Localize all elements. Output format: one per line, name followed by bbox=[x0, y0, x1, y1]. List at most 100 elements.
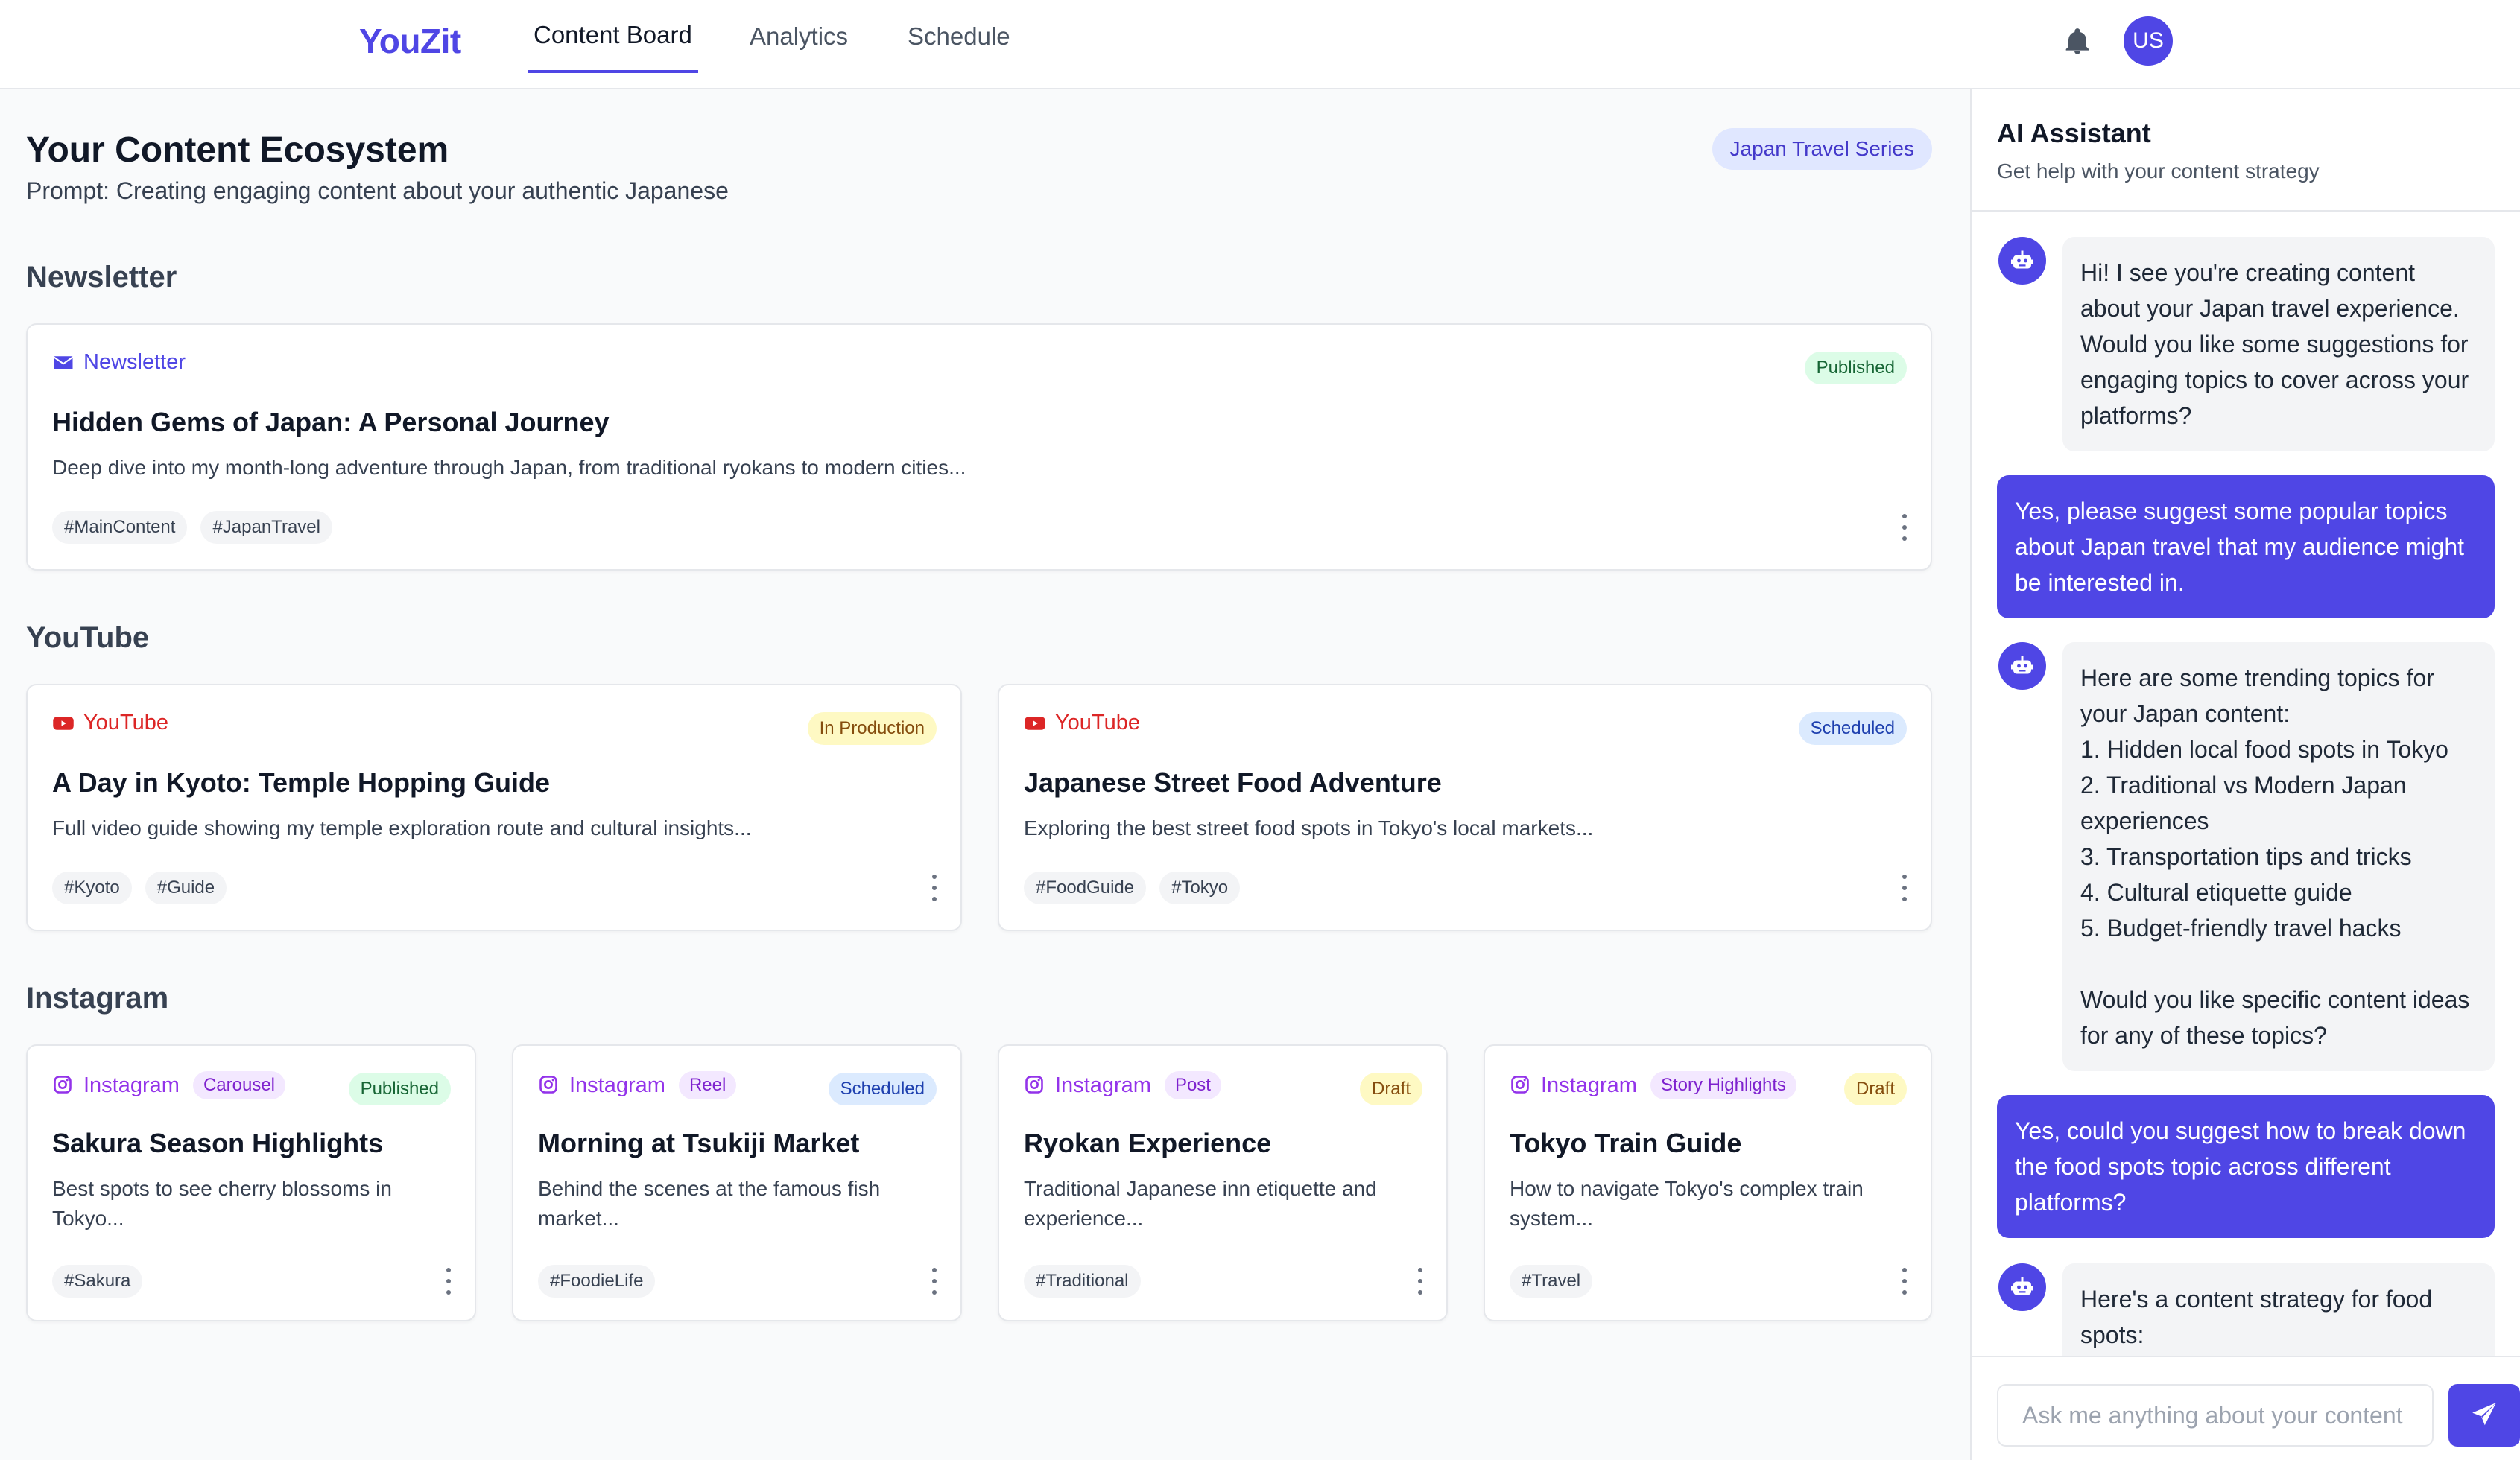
series-badge[interactable]: Japan Travel Series bbox=[1712, 128, 1932, 170]
send-icon bbox=[2470, 1400, 2498, 1431]
card-description: Best spots to see cherry blossoms in Tok… bbox=[52, 1177, 392, 1230]
youtube-icon bbox=[52, 712, 75, 734]
card-platform: YouTube bbox=[52, 711, 168, 735]
instagram-icon bbox=[538, 1074, 560, 1096]
card-title[interactable]: Morning at Tsukiji Market bbox=[538, 1128, 859, 1159]
tag-list: #FoodieLife bbox=[538, 1265, 656, 1298]
format-badge: Post bbox=[1164, 1071, 1221, 1099]
brand-logo[interactable]: YouZit bbox=[359, 21, 461, 61]
platform-label: Instagram bbox=[1541, 1073, 1637, 1097]
chat-message-assistant: Here are some trending topics for your J… bbox=[2062, 642, 2495, 1071]
card-title[interactable]: A Day in Kyoto: Temple Hopping Guide bbox=[52, 767, 550, 799]
section-title-youtube: YouTube bbox=[26, 621, 150, 654]
content-card-instagram[interactable]: Instagram Reel Scheduled Morning at Tsuk… bbox=[512, 1044, 962, 1321]
card-description: Exploring the best street food spots in … bbox=[1024, 816, 1594, 840]
tab-analytics[interactable]: Analytics bbox=[744, 0, 854, 73]
more-vertical-icon[interactable] bbox=[1901, 875, 1908, 901]
chat-messages[interactable]: Hi! I see you're creating content about … bbox=[1972, 212, 2520, 1447]
platform-label: Instagram bbox=[569, 1073, 665, 1097]
instagram-icon bbox=[1024, 1074, 1046, 1096]
tab-content-board[interactable]: Content Board bbox=[528, 0, 698, 73]
status-badge: Scheduled bbox=[828, 1073, 937, 1105]
more-vertical-icon[interactable] bbox=[1901, 1268, 1908, 1295]
card-platform: Instagram Reel bbox=[538, 1071, 737, 1099]
more-vertical-icon[interactable] bbox=[445, 1268, 452, 1295]
format-badge: Reel bbox=[678, 1071, 737, 1099]
content-card-instagram[interactable]: Instagram Carousel Published Sakura Seas… bbox=[26, 1044, 476, 1321]
card-title[interactable]: Tokyo Train Guide bbox=[1510, 1128, 1741, 1159]
tag[interactable]: #Sakura bbox=[52, 1265, 143, 1298]
card-description: Traditional Japanese inn etiquette and e… bbox=[1024, 1177, 1377, 1230]
content-card-instagram[interactable]: Instagram Story Highlights Draft Tokyo T… bbox=[1484, 1044, 1932, 1321]
bell-icon[interactable] bbox=[2062, 25, 2092, 58]
platform-label: Instagram bbox=[1055, 1073, 1151, 1097]
card-platform: Instagram Post bbox=[1024, 1071, 1221, 1099]
user-avatar[interactable]: US bbox=[2124, 16, 2173, 66]
tag[interactable]: #Kyoto bbox=[52, 872, 132, 904]
card-title[interactable]: Ryokan Experience bbox=[1024, 1128, 1271, 1159]
tag[interactable]: #MainContent bbox=[52, 511, 188, 544]
content-card-newsletter[interactable]: Newsletter Published Hidden Gems of Japa… bbox=[26, 323, 1932, 571]
chat-message-assistant: Here's a content strategy for food spots… bbox=[2062, 1263, 2495, 1371]
card-platform: YouTube bbox=[1024, 711, 1140, 735]
robot-icon bbox=[1998, 237, 2046, 285]
chat-input[interactable] bbox=[1997, 1384, 2434, 1447]
chat-message-user: Yes, please suggest some popular topics … bbox=[1997, 475, 2495, 618]
status-badge: Scheduled bbox=[1798, 712, 1907, 745]
platform-label: YouTube bbox=[1055, 711, 1140, 734]
content-board: Your Content Ecosystem Prompt: Creating … bbox=[0, 89, 1970, 1460]
instagram-icon bbox=[52, 1074, 75, 1096]
tag[interactable]: #JapanTravel bbox=[200, 511, 332, 544]
tag[interactable]: #FoodGuide bbox=[1024, 872, 1147, 904]
top-navigation: YouZit Content Board Analytics Schedule … bbox=[0, 0, 2520, 89]
card-title[interactable]: Japanese Street Food Adventure bbox=[1024, 767, 1442, 799]
instagram-icon bbox=[1510, 1074, 1532, 1096]
tag[interactable]: #FoodieLife bbox=[538, 1265, 656, 1298]
format-badge: Carousel bbox=[192, 1071, 285, 1099]
content-card-instagram[interactable]: Instagram Post Draft Ryokan Experience T… bbox=[998, 1044, 1448, 1321]
youtube-icon bbox=[1024, 712, 1046, 734]
section-title-instagram: Instagram bbox=[26, 982, 169, 1015]
assistant-subtitle: Get help with your content strategy bbox=[1997, 159, 2320, 182]
platform-label: YouTube bbox=[83, 711, 168, 734]
content-card-youtube[interactable]: YouTube Scheduled Japanese Street Food A… bbox=[998, 684, 1932, 931]
chat-input-row bbox=[1972, 1356, 2520, 1460]
card-title[interactable]: Sakura Season Highlights bbox=[52, 1128, 383, 1159]
section-title-newsletter: Newsletter bbox=[26, 261, 177, 293]
page-prompt: Prompt: Creating engaging content about … bbox=[26, 177, 729, 204]
status-badge: In Production bbox=[807, 712, 937, 745]
send-button[interactable] bbox=[2448, 1384, 2520, 1447]
tag[interactable]: #Traditional bbox=[1024, 1265, 1141, 1298]
status-badge: Published bbox=[348, 1073, 451, 1105]
card-description: How to navigate Tokyo's complex train sy… bbox=[1510, 1177, 1864, 1230]
tag-list: #Travel bbox=[1510, 1265, 1593, 1298]
chat-message-assistant: Hi! I see you're creating content about … bbox=[2062, 237, 2495, 451]
platform-label: Instagram bbox=[83, 1073, 180, 1097]
card-description: Deep dive into my month-long adventure t… bbox=[52, 456, 966, 479]
tag-list: #Kyoto #Guide bbox=[52, 872, 227, 904]
card-platform: Newsletter bbox=[52, 350, 186, 375]
more-vertical-icon[interactable] bbox=[931, 875, 938, 901]
assistant-title: AI Assistant bbox=[1997, 118, 2151, 148]
content-card-youtube[interactable]: YouTube In Production A Day in Kyoto: Te… bbox=[26, 684, 962, 931]
status-badge: Draft bbox=[1359, 1073, 1422, 1105]
robot-icon bbox=[1998, 1263, 2046, 1311]
tag-list: #Sakura bbox=[52, 1265, 143, 1298]
ai-assistant-panel: AI Assistant Get help with your content … bbox=[1970, 89, 2520, 1460]
card-description: Full video guide showing my temple explo… bbox=[52, 816, 752, 840]
tag-list: #MainContent #JapanTravel bbox=[52, 511, 332, 544]
more-vertical-icon[interactable] bbox=[1901, 514, 1908, 541]
card-title[interactable]: Hidden Gems of Japan: A Personal Journey bbox=[52, 407, 610, 438]
format-badge: Story Highlights bbox=[1650, 1071, 1797, 1099]
tag[interactable]: #Travel bbox=[1510, 1265, 1593, 1298]
card-description: Behind the scenes at the famous fish mar… bbox=[538, 1177, 881, 1230]
status-badge: Published bbox=[1804, 352, 1907, 384]
page-title: Your Content Ecosystem bbox=[26, 130, 449, 170]
card-platform: Instagram Story Highlights bbox=[1510, 1071, 1797, 1099]
tag[interactable]: #Guide bbox=[145, 872, 227, 904]
tab-schedule[interactable]: Schedule bbox=[902, 0, 1016, 73]
more-vertical-icon[interactable] bbox=[1416, 1268, 1424, 1295]
more-vertical-icon[interactable] bbox=[931, 1268, 938, 1295]
tag[interactable]: #Tokyo bbox=[1159, 872, 1241, 904]
chat-message-user: Yes, could you suggest how to break down… bbox=[1997, 1095, 2495, 1238]
